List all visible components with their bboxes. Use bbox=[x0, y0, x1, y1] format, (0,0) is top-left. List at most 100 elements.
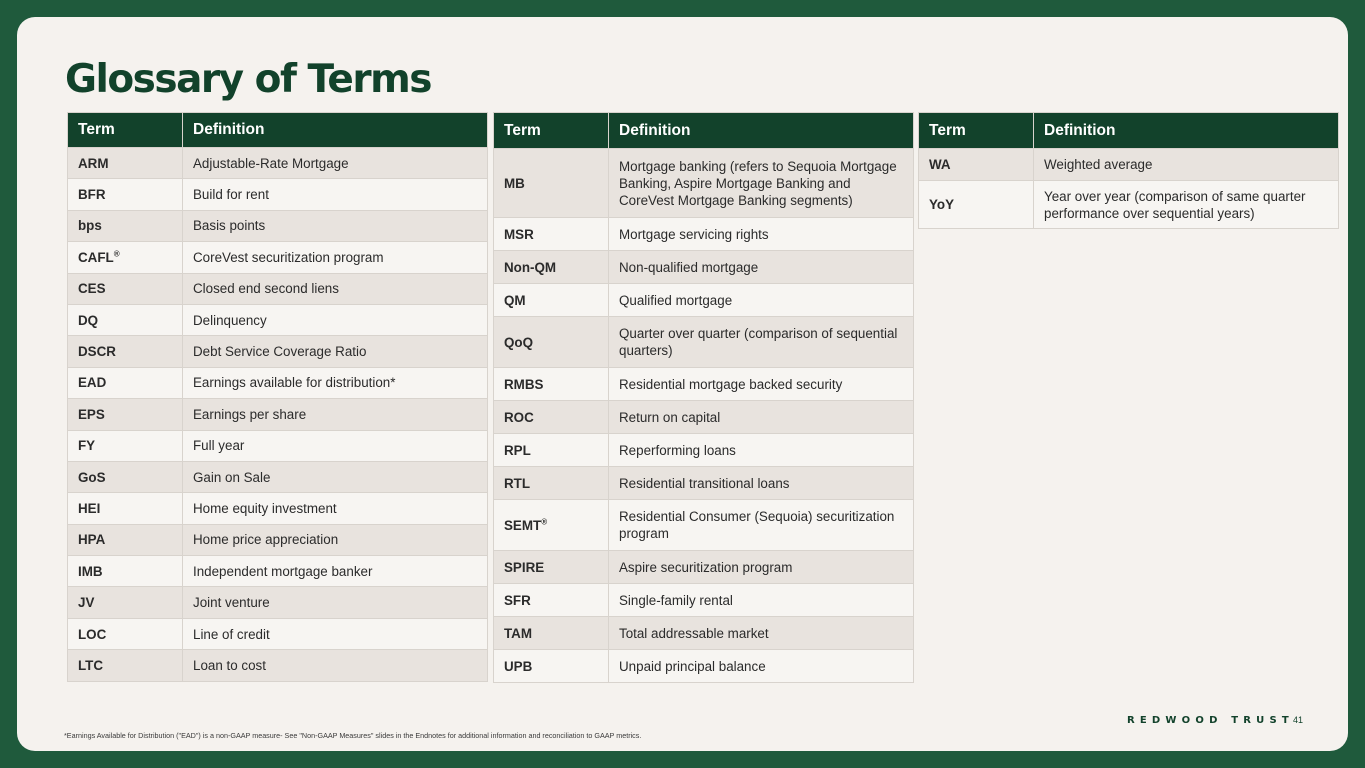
definition-cell: Loan to cost bbox=[182, 649, 488, 682]
definition-cell: Closed end second liens bbox=[182, 272, 488, 305]
definition-cell: Weighted average bbox=[1033, 148, 1339, 181]
table-row: ROC Return on capital bbox=[493, 400, 914, 434]
term-text: RPL bbox=[504, 442, 531, 458]
table-row: EAD Earnings available for distribution* bbox=[67, 366, 488, 400]
definition-cell: Adjustable-Rate Mortgage bbox=[182, 146, 488, 180]
table-row: QM Qualified mortgage bbox=[493, 283, 914, 317]
definition-cell: Gain on Sale bbox=[182, 460, 488, 494]
table-row: RPL Reperforming loans bbox=[493, 433, 914, 467]
term-text: RMBS bbox=[504, 376, 544, 392]
definition-cell: Aspire securitization program bbox=[608, 550, 914, 584]
term-cell: BFR bbox=[67, 178, 183, 211]
term-cell: FY bbox=[67, 429, 183, 462]
table-header-row: Term Definition bbox=[493, 112, 914, 149]
definition-cell: Mortgage servicing rights bbox=[608, 217, 914, 251]
term-text: TAM bbox=[504, 625, 533, 641]
term-text: QoQ bbox=[504, 334, 534, 350]
term-cell: JV bbox=[67, 586, 183, 619]
table-row: HEI Home equity investment bbox=[67, 492, 488, 525]
definition-cell: Non-qualified mortgage bbox=[608, 250, 914, 284]
definition-cell: Full year bbox=[182, 429, 488, 462]
glossary-table-3: Term Definition WA Weighted average YoY Yea… bbox=[918, 112, 1339, 229]
term-cell: WA bbox=[918, 148, 1034, 181]
table-row: DQ Delinquency bbox=[67, 303, 488, 337]
table-row: FY Full year bbox=[67, 429, 488, 462]
registered-mark: ® bbox=[541, 517, 548, 527]
glossary-table-2: Term Definition MB Mortgage banking (refe… bbox=[493, 112, 914, 683]
registered-mark: ® bbox=[113, 249, 120, 259]
table-row: bps Basis points bbox=[67, 209, 488, 243]
definition-cell: Delinquency bbox=[182, 303, 488, 337]
table-row: LTC Loan to cost bbox=[67, 649, 488, 682]
definition-cell: Joint venture bbox=[182, 586, 488, 619]
term-cell: CES bbox=[67, 272, 183, 305]
term-text: UPB bbox=[504, 658, 533, 674]
term-cell: EAD bbox=[67, 366, 183, 400]
definition-cell: Debt Service Coverage Ratio bbox=[182, 335, 488, 368]
definition-cell: Earnings per share bbox=[182, 398, 488, 431]
term-text: MSR bbox=[504, 226, 534, 242]
definition-cell: Basis points bbox=[182, 209, 488, 243]
definition-cell: Unpaid principal balance bbox=[608, 649, 914, 683]
term-text: YoY bbox=[929, 197, 955, 212]
term-cell: Non-QM bbox=[493, 250, 609, 284]
table-row: IMB Independent mortgage banker bbox=[67, 555, 488, 588]
definition-cell: Earnings available for distribution* bbox=[182, 366, 488, 400]
page-number: 41 bbox=[1293, 715, 1304, 725]
definition-cell: Return on capital bbox=[608, 400, 914, 434]
table-row: RMBS Residential mortgage backed security bbox=[493, 367, 914, 401]
definition-cell: Home equity investment bbox=[182, 492, 488, 525]
term-cell: ARM bbox=[67, 146, 183, 180]
term-text: SPIRE bbox=[504, 559, 545, 575]
definition-header: Definition bbox=[182, 112, 488, 148]
term-cell: RMBS bbox=[493, 367, 609, 401]
term-text: JV bbox=[78, 595, 95, 611]
term-text: QM bbox=[504, 292, 526, 308]
term-text: SFR bbox=[504, 592, 531, 608]
definition-cell: Quarter over quarter (comparison of sequ… bbox=[608, 316, 914, 368]
term-cell: SPIRE bbox=[493, 550, 609, 584]
term-cell: DQ bbox=[67, 303, 183, 337]
term-cell: bps bbox=[67, 209, 183, 243]
term-text: CAFL bbox=[78, 249, 114, 265]
definition-cell: Build for rent bbox=[182, 178, 488, 211]
slide: Glossary of Terms Term Definition ARM Adj… bbox=[17, 17, 1348, 751]
table-row: DSCR Debt Service Coverage Ratio bbox=[67, 335, 488, 368]
term-cell: SEMT® bbox=[493, 499, 609, 551]
term-text: DQ bbox=[78, 312, 99, 328]
table-header-row: Term Definition bbox=[67, 112, 488, 148]
term-text: IMB bbox=[78, 563, 103, 579]
term-cell: TAM bbox=[493, 616, 609, 650]
table-row: SEMT® Residential Consumer (Sequoia) secu… bbox=[493, 499, 914, 551]
term-text: ROC bbox=[504, 409, 534, 425]
term-cell: HEI bbox=[67, 492, 183, 525]
table-row: JV Joint venture bbox=[67, 586, 488, 619]
table-row: BFR Build for rent bbox=[67, 178, 488, 211]
term-cell: EPS bbox=[67, 398, 183, 431]
term-cell: RPL bbox=[493, 433, 609, 467]
term-cell: CAFL® bbox=[67, 241, 183, 274]
term-text: CES bbox=[78, 281, 106, 297]
definition-cell: Reperforming loans bbox=[608, 433, 914, 467]
table-row: EPS Earnings per share bbox=[67, 398, 488, 431]
table-row: CAFL® CoreVest securitization program bbox=[67, 241, 488, 274]
definition-cell: Total addressable market bbox=[608, 616, 914, 650]
term-cell: RTL bbox=[493, 466, 609, 500]
term-text: ARM bbox=[78, 155, 109, 171]
table-row: SPIRE Aspire securitization program bbox=[493, 550, 914, 584]
term-text: WA bbox=[929, 157, 951, 172]
term-cell: SFR bbox=[493, 583, 609, 617]
term-text: HEI bbox=[78, 500, 101, 516]
definition-cell: Year over year (comparison of same quart… bbox=[1033, 180, 1339, 229]
page-title: Glossary of Terms bbox=[65, 57, 432, 102]
term-cell: MB bbox=[493, 148, 609, 218]
footnote: *Earnings Available for Distribution ("E… bbox=[64, 731, 642, 740]
table-row: ARM Adjustable-Rate Mortgage bbox=[67, 146, 488, 180]
definition-cell: Residential transitional loans bbox=[608, 466, 914, 500]
term-text: EPS bbox=[78, 406, 105, 422]
term-text: HPA bbox=[78, 532, 106, 548]
table-row: SFR Single-family rental bbox=[493, 583, 914, 617]
term-text: LTC bbox=[78, 657, 104, 673]
term-text: FY bbox=[78, 438, 96, 454]
term-text: GoS bbox=[78, 469, 106, 485]
